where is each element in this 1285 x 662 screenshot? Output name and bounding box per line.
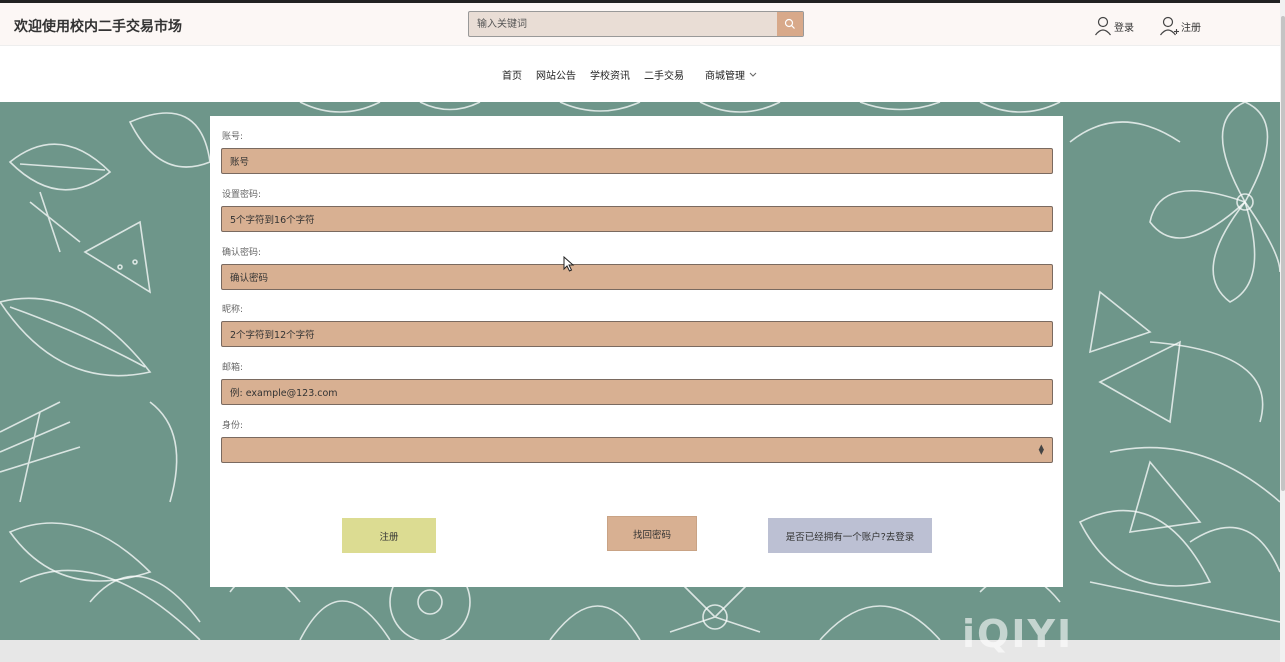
- go-login-button[interactable]: 是否已经拥有一个账户?去登录: [768, 518, 932, 553]
- mouse-cursor-icon: [563, 256, 575, 272]
- password-input[interactable]: 5个字符到16个字符: [221, 206, 1053, 232]
- main-nav: 首页 网站公告 学校资讯 二手交易 商城管理: [0, 46, 1285, 102]
- login-link[interactable]: 登录: [1094, 16, 1134, 36]
- site-title: 欢迎使用校内二手交易市场: [14, 19, 182, 35]
- nav-dropdown-label: 商城管理: [705, 71, 745, 82]
- search-icon: [784, 18, 795, 29]
- register-form: 账号: 账号 设置密码: 5个字符到16个字符 确认密码: 确认密码 昵称: 2…: [210, 116, 1063, 587]
- top-bar: 欢迎使用校内二手交易市场 登录 注册: [0, 0, 1285, 46]
- nav-item-trade[interactable]: 二手交易: [644, 67, 684, 82]
- register-button[interactable]: 注册: [342, 518, 436, 553]
- user-icon: [1095, 16, 1111, 36]
- nickname-label: 昵称:: [222, 305, 244, 315]
- iqiyi-watermark: iQIYI: [962, 612, 1074, 656]
- chevron-down-icon: [749, 72, 757, 77]
- email-label: 邮箱:: [222, 363, 244, 373]
- add-user-icon: [1160, 16, 1179, 36]
- confirm-password-label: 确认密码:: [222, 248, 262, 258]
- forgot-password-button[interactable]: 找回密码: [607, 516, 697, 551]
- account-input[interactable]: 账号: [221, 148, 1053, 174]
- nickname-input[interactable]: 2个字符到12个字符: [221, 321, 1053, 347]
- nav-item-news[interactable]: 学校资讯: [590, 67, 630, 82]
- login-label: 登录: [1114, 22, 1134, 34]
- email-input[interactable]: 例: example@123.com: [221, 379, 1053, 405]
- scrollbar-thumb[interactable]: [1281, 16, 1285, 491]
- nav-item-home[interactable]: 首页: [502, 67, 522, 82]
- select-arrows-icon: ▲ ▼: [1038, 443, 1044, 456]
- nav-item-mall-management[interactable]: 商城管理: [705, 67, 758, 82]
- identity-select[interactable]: ▲ ▼: [221, 437, 1053, 463]
- search-box: [468, 11, 804, 37]
- register-link[interactable]: 注册: [1159, 16, 1201, 36]
- search-input[interactable]: [469, 12, 778, 36]
- footer-band: [0, 640, 1280, 662]
- password-label: 设置密码:: [222, 190, 262, 200]
- search-button[interactable]: [777, 12, 803, 36]
- confirm-password-input[interactable]: 确认密码: [221, 264, 1053, 290]
- identity-label: 身份:: [222, 421, 244, 431]
- nav-item-notices[interactable]: 网站公告: [536, 67, 576, 82]
- register-label: 注册: [1181, 22, 1201, 34]
- scrollbar[interactable]: [1280, 0, 1285, 662]
- account-label: 账号:: [222, 132, 244, 142]
